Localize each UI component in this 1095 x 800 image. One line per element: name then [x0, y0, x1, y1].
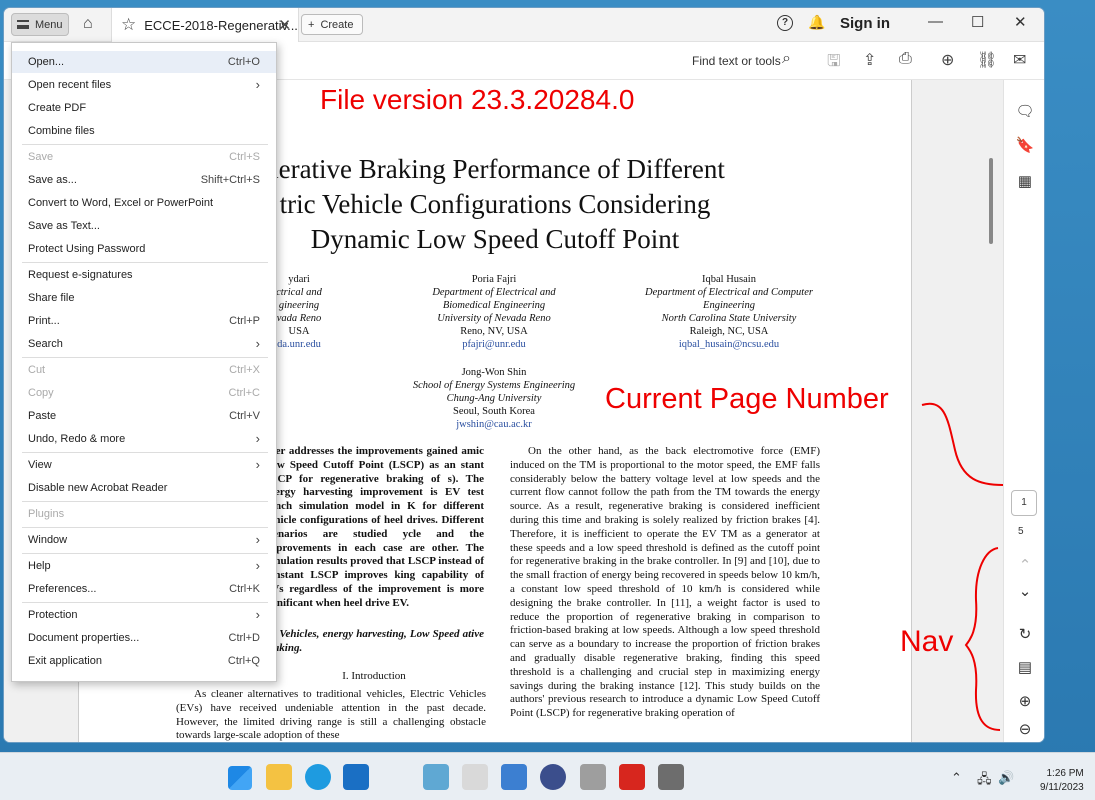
annotation-arrows — [921, 402, 1004, 731]
nav-bracket — [964, 547, 1001, 731]
current-page-arrow — [921, 402, 1004, 486]
